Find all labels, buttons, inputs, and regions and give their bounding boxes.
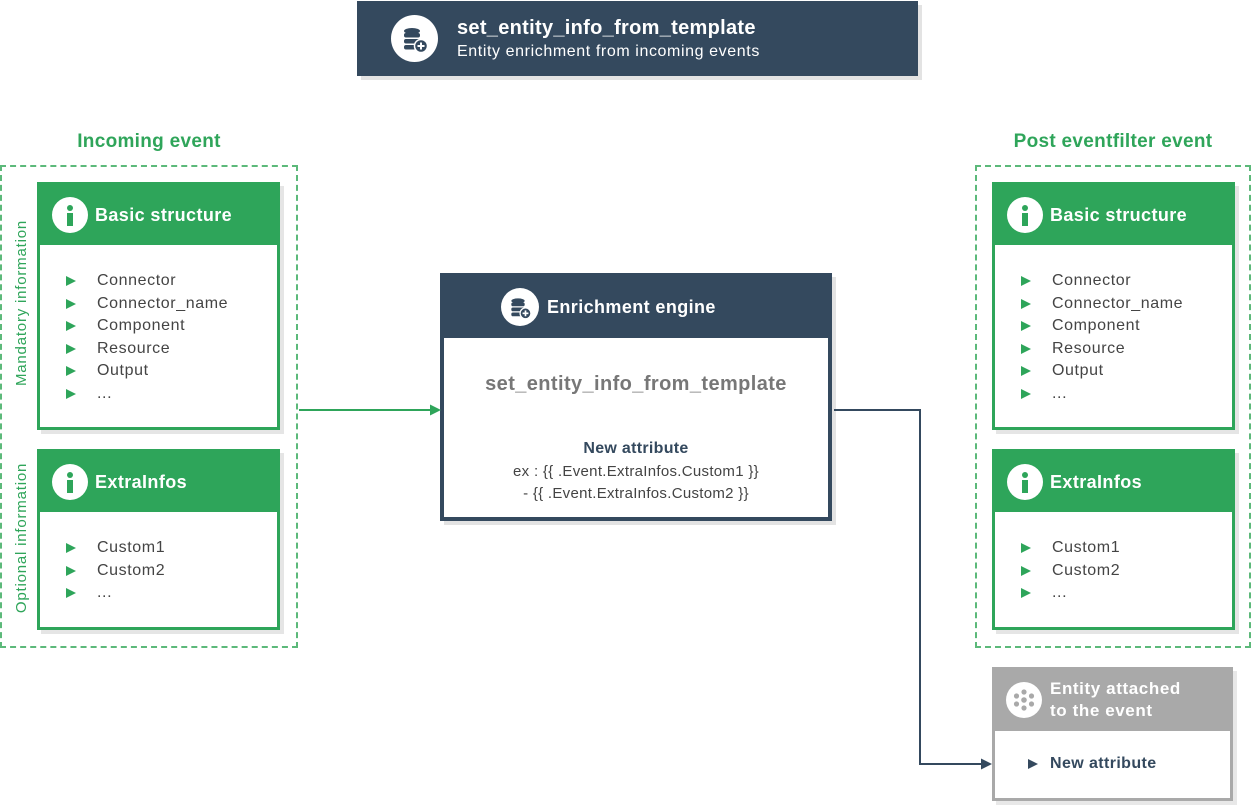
- connector-arrows: [299, 404, 992, 770]
- incoming-to-engine-arrow: [299, 404, 441, 416]
- engine-to-entity-arrow: [834, 409, 992, 770]
